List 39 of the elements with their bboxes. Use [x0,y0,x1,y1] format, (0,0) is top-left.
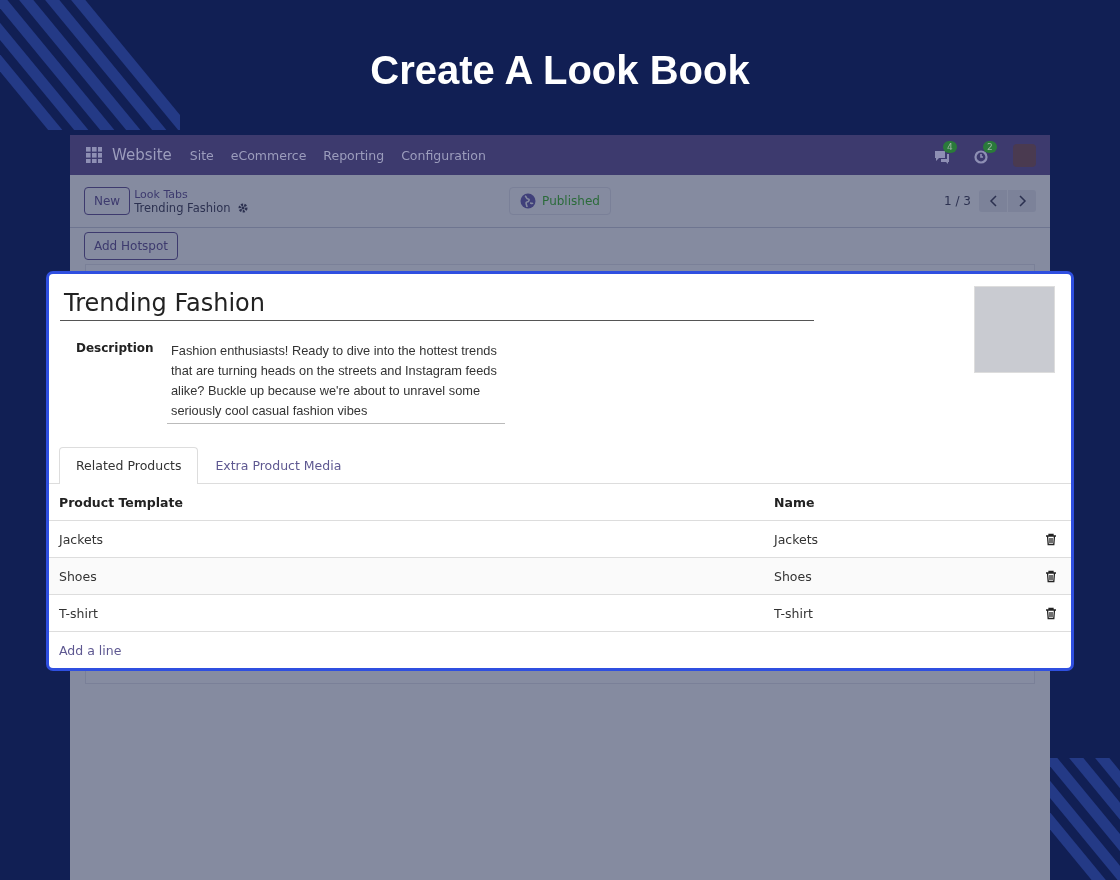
table-cell-text: T-shirt [59,605,99,621]
new-button[interactable]: New [84,187,131,215]
field-label: Description [76,341,155,357]
trash-icon[interactable] [1045,532,1057,546]
pager-counter: 1 / 3 [944,194,971,208]
previous-button[interactable] [979,190,1007,212]
tab[interactable]: Extra Product Media [198,447,359,483]
chevron-left-icon [988,195,998,207]
add-line-link[interactable]: Add a line [59,642,122,658]
description-field[interactable]: Fashion enthusiasts! Ready to dive into the hottest trends that are turning heads on the streets and Instagram feeds alike? Buckle up because we're about to unravel some seriously cool casual fashion vibes [167,341,505,424]
column-header: Name [774,494,816,510]
breadcrumb-link[interactable]: Look Tabs [134,187,249,201]
app-name[interactable]: Website [112,146,172,164]
table-cell-text: Jackets [59,531,105,547]
count-badge: 2 [983,141,997,153]
count-badge: 4 [943,141,957,153]
menu-item[interactable]: Reporting [323,147,385,163]
clock-icon [973,148,990,165]
table-cell-text: Jackets [774,531,820,547]
title-field[interactable]: Trending Fashion [60,286,814,321]
page-heading: Create A Look Book [370,47,750,94]
trash-icon[interactable] [1045,606,1057,620]
next-button[interactable] [1008,190,1036,212]
menu-item[interactable]: Site [189,147,214,163]
chevron-right-icon [1017,195,1027,207]
column-header: Product Template [59,494,184,510]
settings-icon[interactable] [236,201,249,214]
menu-item[interactable]: eCommerce [230,147,307,163]
globe-icon [520,193,537,209]
record-name: Trending Fashion [134,200,231,215]
table-cell-text: Shoes [59,568,98,584]
add-hotspot-button[interactable]: Add Hotspot [84,232,179,260]
tab[interactable]: Related Products [59,447,199,484]
chat-icon [933,148,950,165]
menu-item[interactable]: Configuration [401,147,486,163]
table-cell-text: Shoes [774,568,813,584]
apps-menu-icon[interactable] [86,147,102,163]
trash-icon[interactable] [1045,569,1057,583]
table-cell-text: T-shirt [774,605,814,621]
